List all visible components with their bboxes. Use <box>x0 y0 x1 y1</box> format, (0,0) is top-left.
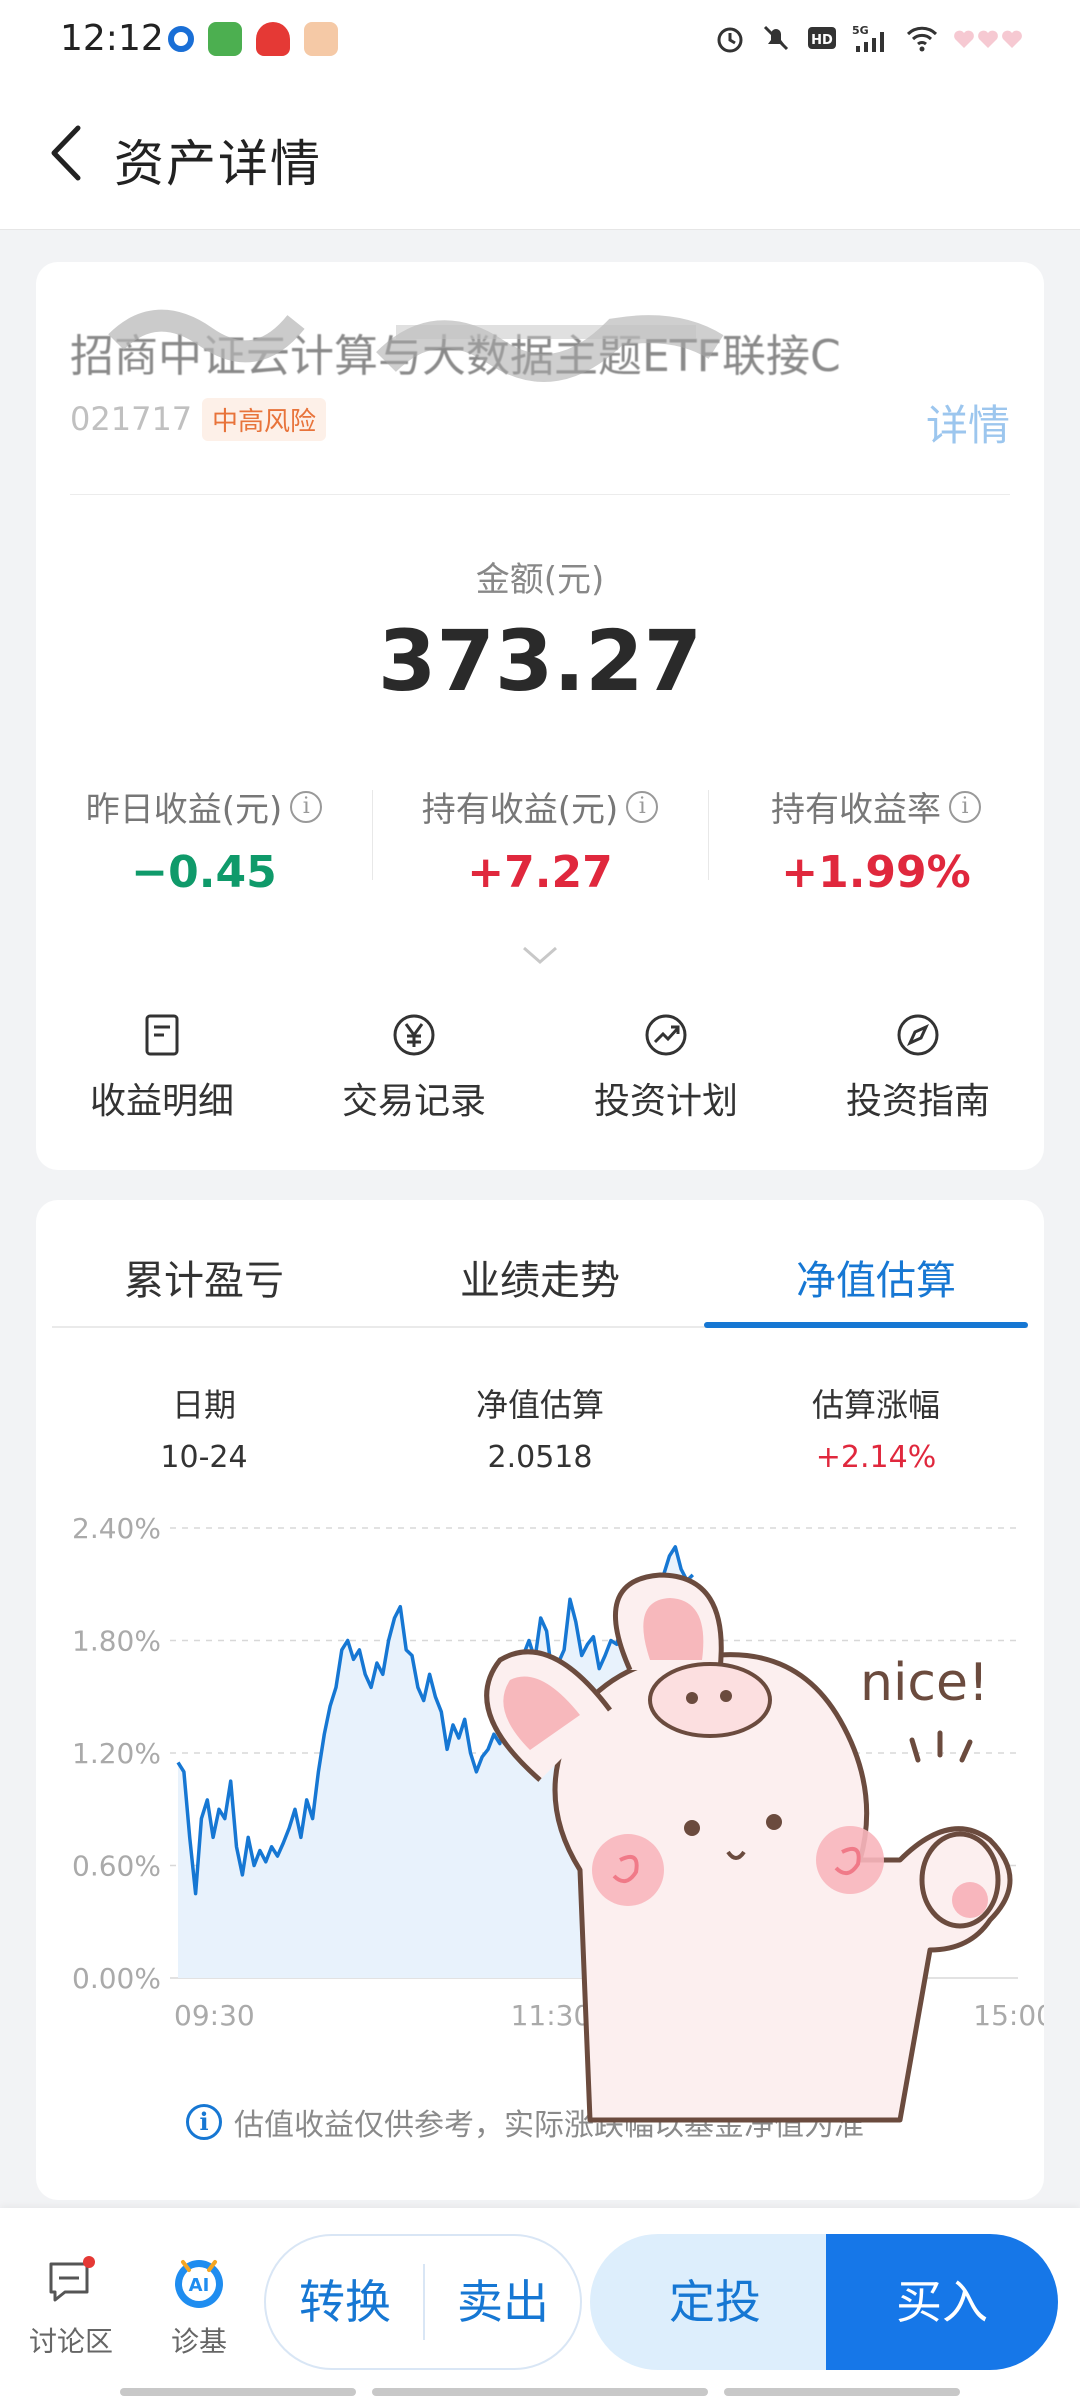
column-value: 10-24 <box>160 1440 248 1475</box>
diagnose-fund-button[interactable]: AI 诊基 <box>144 2252 254 2360</box>
bottom-action-bar: 讨论区 AI 诊基 转换 卖出 定投 买入 <box>0 2208 1080 2400</box>
sell-button[interactable]: 卖出 <box>424 2236 582 2368</box>
document-icon <box>145 1014 179 1056</box>
action-label: 投资指南 <box>845 1081 990 1122</box>
fund-summary-card: 招商中证云计算与大数据主题ETF联接C 021717 中高风险 详情 金额(元)… <box>36 262 1044 1170</box>
status-time: 12:12 <box>60 18 164 59</box>
tab-performance-trend[interactable]: 业绩走势 <box>372 1248 708 1306</box>
hd-icon: HD <box>808 27 836 49</box>
stat-label: 昨日收益(元) <box>85 790 283 830</box>
amount-value: 373.27 <box>377 612 703 710</box>
yen-icon <box>393 1014 435 1056</box>
amount-label: 金额(元) <box>475 560 605 600</box>
info-icon[interactable]: i <box>949 790 981 823</box>
holding-return-rate: 持有收益率 i +1.99% <box>708 782 1044 898</box>
action-profit-detail[interactable]: 收益明细 <box>36 1012 288 1124</box>
stat-value: +1.99% <box>781 847 971 898</box>
gesture-bar <box>372 2388 708 2396</box>
action-label: 投资计划 <box>593 1081 738 1122</box>
holding-profit: 持有收益(元) i +7.27 <box>372 782 708 898</box>
column-header: 净值估算 <box>475 1386 604 1424</box>
info-icon[interactable]: i <box>626 790 659 823</box>
action-label: 交易记录 <box>341 1081 486 1122</box>
nav-bar: 资产详情 <box>0 80 1080 230</box>
mute-icon <box>763 25 789 51</box>
action-trade-record[interactable]: 交易记录 <box>288 1012 540 1124</box>
action-invest-plan[interactable]: 投资计划 <box>540 1012 792 1124</box>
tab-nav-estimate[interactable]: 净值估算 <box>708 1248 1044 1306</box>
estimate-date: 日期 10-24 <box>36 1380 372 1475</box>
trend-icon <box>645 1014 687 1056</box>
alarm-icon <box>717 27 743 53</box>
svg-text:AI: AI <box>189 2275 210 2296</box>
y-tick-label: 1.80% <box>72 1625 161 1658</box>
y-tick-label: 0.60% <box>72 1850 161 1883</box>
yesterday-profit: 昨日收益(元) i −0.45 <box>36 782 372 898</box>
column-value: +2.14% <box>815 1440 937 1475</box>
risk-level-badge: 中高风险 <box>202 398 327 441</box>
diagnose-label: 诊基 <box>170 2325 227 2358</box>
page-title: 资产详情 <box>114 135 322 193</box>
tab-cumulative-pnl[interactable]: 累计盈亏 <box>36 1248 372 1306</box>
gesture-bar <box>724 2388 960 2396</box>
compass-icon <box>897 1014 939 1056</box>
redaction-scribble <box>108 309 724 382</box>
gesture-bar <box>120 2388 356 2396</box>
divider <box>70 494 1010 495</box>
x-tick-label: 09:30 <box>174 1999 255 2032</box>
convert-sell-group: 转换 卖出 <box>264 2234 582 2370</box>
app-notification-icon <box>168 26 194 52</box>
fund-detail-link[interactable]: 详情 <box>926 392 1010 453</box>
auto-invest-button[interactable]: 定投 <box>590 2234 840 2370</box>
status-right-icons: HD 5G <box>714 22 1024 54</box>
app-notification-icon <box>304 22 338 56</box>
chevron-down-icon[interactable] <box>520 942 560 966</box>
stat-label: 持有收益率 <box>771 790 941 830</box>
game-app-icon <box>208 22 242 56</box>
y-tick-label: 0.00% <box>72 1962 161 1995</box>
chat-bubble-icon <box>49 2256 95 2302</box>
column-header: 日期 <box>171 1386 236 1424</box>
hearts-icon <box>954 30 1022 48</box>
column-value: 2.0518 <box>487 1440 593 1475</box>
svg-text:HD: HD <box>811 33 833 48</box>
stat-value: +7.27 <box>467 847 613 898</box>
fund-code: 021717 <box>70 400 193 438</box>
buy-button[interactable]: 买入 <box>826 2234 1058 2370</box>
info-icon[interactable]: i <box>290 790 323 823</box>
app-notification-icon <box>256 22 290 56</box>
5g-signal-icon: 5G <box>852 24 884 52</box>
sticker-text: nice! <box>860 1653 989 1713</box>
status-bar: 12:12 HD 5G <box>0 0 1080 80</box>
stat-label: 持有收益(元) <box>421 790 619 830</box>
discussion-button[interactable]: 讨论区 <box>16 2252 126 2360</box>
bunny-sticker: nice! <box>484 1572 1013 2123</box>
action-invest-guide[interactable]: 投资指南 <box>792 1012 1044 1124</box>
y-tick-label: 2.40% <box>72 1512 161 1545</box>
estimate-change: 估算涨幅 +2.14% <box>708 1380 1044 1475</box>
active-tab-indicator <box>704 1322 1028 1328</box>
status-app-icons <box>168 22 338 56</box>
estimate-nav: 净值估算 2.0518 <box>372 1380 708 1475</box>
stat-value: −0.45 <box>131 847 277 898</box>
wifi-icon <box>906 26 938 52</box>
convert-button[interactable]: 转换 <box>266 2236 424 2368</box>
column-header: 估算涨幅 <box>811 1386 940 1424</box>
action-label: 收益明细 <box>89 1081 234 1122</box>
back-arrow-icon[interactable] <box>34 118 104 188</box>
svg-text:5G: 5G <box>852 24 869 37</box>
y-tick-label: 1.20% <box>72 1737 161 1770</box>
discussion-label: 讨论区 <box>28 2325 113 2358</box>
info-icon: i <box>186 2104 222 2140</box>
ai-diagnose-icon: AI <box>175 2260 223 2308</box>
